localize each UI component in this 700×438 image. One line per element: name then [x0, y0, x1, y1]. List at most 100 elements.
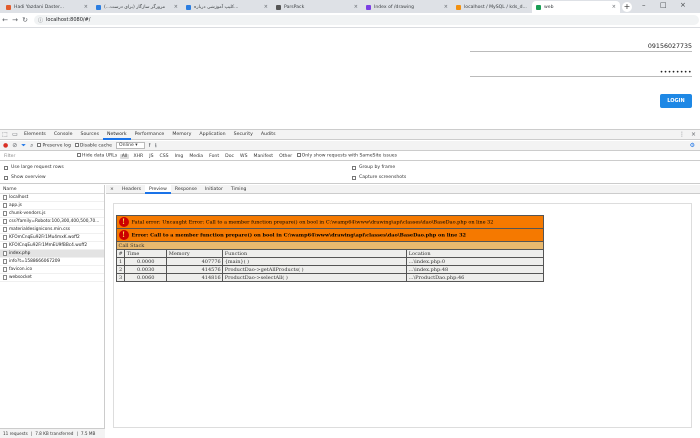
browser-tab[interactable]: Hadi Yazdani Daster... × [2, 1, 92, 13]
fatal-error-row: ! Fatal error: Uncaught Error: Call to a … [116, 215, 544, 229]
filter-type-media[interactable]: Media [188, 154, 205, 159]
disable-cache-checkbox[interactable]: Disable cache [74, 142, 112, 148]
device-toggle-icon[interactable]: ▭ [10, 131, 20, 138]
request-name: index.php [9, 251, 31, 256]
address-bar[interactable]: ⓘ localhost:8080/#/ [34, 15, 699, 25]
browser-tab[interactable]: localhost / MySQL / kds_d...× [452, 1, 532, 13]
record-icon[interactable]: ● [3, 142, 8, 149]
close-tab-icon[interactable]: × [441, 4, 448, 10]
request-name: info?t=1588666067209 [9, 259, 61, 264]
browser-tab[interactable]: مرورگر سازگار (برای درست...) × [92, 1, 182, 13]
request-name: localhost [9, 195, 29, 200]
filter-icon[interactable]: ⏷ [21, 142, 26, 150]
large-rows-label: Use large request rows [11, 165, 64, 170]
request-row[interactable]: materialdesignicons.min.css [0, 226, 104, 234]
request-row-selected[interactable]: index.php [0, 250, 104, 258]
filter-type-doc[interactable]: Doc [224, 154, 236, 159]
error-text: Error: Call to a member function prepare… [131, 232, 467, 239]
capture-screenshots-checkbox[interactable]: Capture screenshots [352, 175, 406, 180]
filter-type-other[interactable]: Other [278, 154, 294, 159]
filter-type-font[interactable]: Font [208, 154, 221, 159]
tab-performance[interactable]: Performance [131, 129, 169, 140]
col-header: # [115, 249, 126, 258]
stack-row: 3 0.0060 414816 ProductDao->selectAll( )… [115, 273, 544, 282]
filter-input[interactable]: Filter [4, 154, 74, 159]
request-row[interactable]: chunk-vendors.js [0, 210, 104, 218]
tab-timing[interactable]: Timing [227, 185, 251, 194]
network-status-bar: 11 requests | 7.8 KB transferred | 7.5 M… [0, 428, 105, 438]
request-row[interactable]: favicon.ico [0, 266, 104, 274]
filter-type-css[interactable]: CSS [158, 154, 170, 159]
name-column-header[interactable]: Name [0, 185, 104, 194]
request-row[interactable]: localhost [0, 194, 104, 202]
more-options-icon[interactable]: ⋮ [679, 131, 685, 138]
request-row[interactable]: KFOlCnqEu92Fr1MmEU9fBBc4.woff2 [0, 242, 104, 250]
filter-type-manifest[interactable]: Manifest [252, 154, 275, 159]
tab-favicon-icon [276, 4, 281, 10]
close-tab-icon[interactable]: × [261, 4, 268, 10]
throttling-select[interactable]: Online ▾ [116, 142, 145, 149]
phone-input[interactable]: 09156027735 [470, 43, 692, 52]
maximize-icon[interactable]: □ [660, 1, 667, 9]
import-icon[interactable]: ⭱ [149, 141, 151, 151]
filter-type-img[interactable]: Img [173, 154, 185, 159]
close-detail-icon[interactable]: × [106, 185, 118, 194]
request-row[interactable]: websocket [0, 274, 104, 282]
password-input[interactable]: •••••••• [470, 69, 692, 77]
new-tab-button[interactable]: + [622, 2, 632, 12]
close-tab-icon[interactable]: × [351, 4, 358, 10]
tab-initiator[interactable]: Initiator [201, 185, 227, 194]
show-overview-checkbox[interactable]: Show overview [4, 175, 46, 180]
tab-console[interactable]: Console [50, 129, 77, 140]
close-tab-icon[interactable]: × [171, 4, 178, 10]
tab-elements[interactable]: Elements [20, 129, 50, 140]
close-devtools-icon[interactable]: × [691, 131, 696, 138]
resources-size: 7.5 MB [80, 431, 96, 436]
request-row[interactable]: css?family=Roboto:100,300,400,500,70... [0, 218, 104, 226]
reload-icon[interactable]: ↻ [20, 16, 30, 24]
request-row[interactable]: info?t=1588666067209 [0, 258, 104, 266]
close-tab-icon[interactable]: × [81, 4, 88, 10]
col-header: Location [406, 249, 544, 258]
browser-tab[interactable]: Index of /drawing × [362, 1, 452, 13]
filter-type-xhr[interactable]: XHR [132, 154, 145, 159]
large-rows-checkbox[interactable]: Use large request rows [4, 165, 64, 170]
info-icon[interactable]: ⓘ [38, 17, 43, 24]
minimize-icon[interactable]: – [642, 1, 646, 9]
settings-gear-icon[interactable]: ⚙ [690, 142, 695, 149]
group-by-frame-checkbox[interactable]: Group by frame [352, 165, 395, 170]
tab-headers[interactable]: Headers [118, 185, 145, 194]
tab-sources[interactable]: Sources [76, 129, 103, 140]
tab-application[interactable]: Application [195, 129, 229, 140]
browser-tab-active[interactable]: web × [532, 1, 620, 13]
filter-type-js[interactable]: JS [148, 154, 155, 159]
tab-preview[interactable]: Preview [144, 184, 171, 194]
search-icon[interactable]: ⌕ [30, 142, 33, 150]
filter-type-all[interactable]: All [120, 153, 129, 159]
preserve-log-checkbox[interactable]: Preserve log [37, 142, 71, 148]
clear-icon[interactable]: ⊘ [12, 142, 17, 149]
close-tab-icon[interactable]: × [609, 4, 616, 10]
col-header: Memory [166, 249, 224, 258]
tab-network[interactable]: Network [103, 129, 131, 140]
cell: ...\ProductDao.php:46 [406, 273, 544, 282]
inspect-icon[interactable]: ⬚ [0, 131, 10, 138]
tab-memory[interactable]: Memory [168, 129, 195, 140]
col-header: Time [124, 249, 168, 258]
request-row[interactable]: KFOmCnqEu92Fr1Mu4mxK.woff2 [0, 234, 104, 242]
tab-audits[interactable]: Audits [257, 129, 280, 140]
tab-security[interactable]: Security [230, 129, 257, 140]
export-icon[interactable]: ⭳ [155, 141, 157, 151]
filter-type-ws[interactable]: WS [239, 154, 249, 159]
browser-tab[interactable]: ParsPack × [272, 1, 362, 13]
hide-data-urls-checkbox[interactable]: Hide data URLs [77, 153, 117, 159]
samesite-checkbox[interactable]: Only show requests with SameSite issues [296, 153, 397, 159]
address-toolbar: ← → ↻ ⓘ localhost:8080/#/ [0, 13, 700, 28]
close-window-icon[interactable]: × [680, 1, 686, 9]
forward-icon[interactable]: → [10, 16, 20, 24]
request-row[interactable]: app.js [0, 202, 104, 210]
tab-response[interactable]: Response [171, 185, 201, 194]
login-button[interactable]: LOGIN [660, 94, 692, 108]
back-icon[interactable]: ← [0, 16, 10, 24]
browser-tab[interactable]: کلیپ آموزشی درباره... × [182, 1, 272, 13]
